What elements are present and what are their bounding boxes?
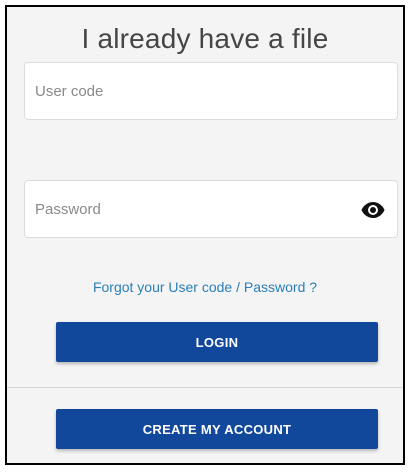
panel-title: I already have a file <box>81 23 329 54</box>
forgot-credentials-link[interactable]: Forgot your User code / Password ? <box>7 279 403 295</box>
login-button[interactable]: LOGIN <box>56 322 378 362</box>
user-code-input[interactable] <box>25 63 397 119</box>
eye-icon-svg <box>361 202 385 218</box>
login-panel: I already have a file Forgot your User c… <box>5 5 405 465</box>
create-account-button[interactable]: CREATE MY ACCOUNT <box>56 409 378 449</box>
password-input[interactable] <box>25 181 397 237</box>
divider <box>7 387 403 388</box>
password-field[interactable] <box>24 180 398 238</box>
user-code-field[interactable] <box>24 62 398 120</box>
eye-icon[interactable] <box>361 201 385 219</box>
